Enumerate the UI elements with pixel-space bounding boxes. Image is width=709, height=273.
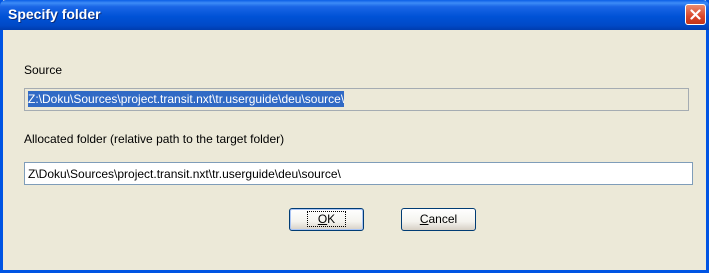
source-label: Source [24,63,63,77]
specify-folder-dialog: Specify folder Source Z:\Doku\Sources\pr… [0,0,709,273]
dialog-title: Specify folder [8,6,101,22]
ok-button-label: OK [306,211,347,227]
ok-button[interactable]: OK [289,208,364,231]
source-value: Z:\Doku\Sources\project.transit.nxt\tr.u… [28,91,345,107]
close-icon [690,9,701,20]
allocated-folder-input[interactable] [24,162,693,185]
close-button[interactable] [685,4,706,25]
cancel-button[interactable]: Cancel [401,208,476,231]
title-bar[interactable]: Specify folder [0,0,709,30]
source-field[interactable]: Z:\Doku\Sources\project.transit.nxt\tr.u… [24,88,689,111]
allocated-folder-label: Allocated folder (relative path to the t… [24,132,285,146]
cancel-button-label: Cancel [419,212,458,226]
